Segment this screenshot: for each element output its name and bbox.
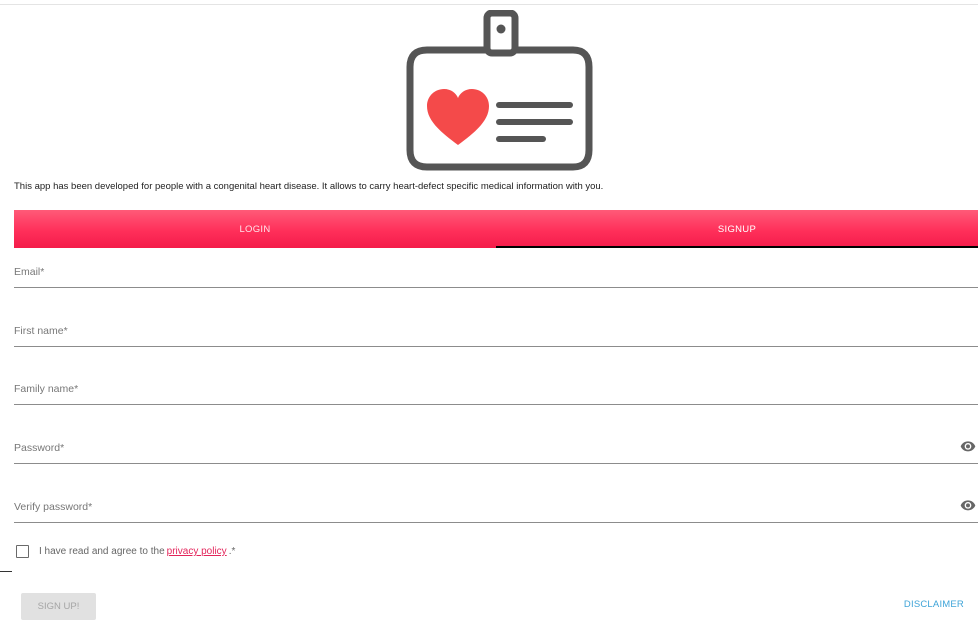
- edge-marker: [0, 571, 12, 572]
- family-name-input[interactable]: [14, 373, 978, 404]
- email-input[interactable]: [14, 256, 978, 287]
- top-divider: [0, 4, 978, 5]
- tab-login[interactable]: LOGIN: [14, 210, 496, 248]
- auth-tab-bar: LOGIN SIGNUP: [14, 210, 978, 248]
- eye-icon[interactable]: [960, 438, 976, 454]
- verify-password-input[interactable]: [14, 491, 978, 522]
- email-field-wrapper: [14, 256, 978, 288]
- password-field-wrapper: [14, 432, 978, 464]
- disclaimer-link[interactable]: DISCLAIMER: [904, 599, 964, 610]
- password-input[interactable]: [14, 432, 978, 463]
- sign-up-button[interactable]: SIGN UP!: [21, 593, 96, 620]
- agree-checkbox[interactable]: [16, 545, 29, 558]
- first-name-field-wrapper: [14, 315, 978, 347]
- privacy-agreement: I have read and agree to the privacy pol…: [16, 545, 235, 558]
- agreement-required-mark: .*: [228, 546, 236, 557]
- eye-icon[interactable]: [960, 497, 976, 513]
- family-name-field-wrapper: [14, 373, 978, 405]
- verify-password-field-wrapper: [14, 491, 978, 523]
- app-description: This app has been developed for people w…: [14, 181, 604, 192]
- first-name-input[interactable]: [14, 315, 978, 346]
- agreement-text: I have read and agree to the: [39, 546, 165, 557]
- id-badge-heart-icon: [406, 10, 593, 171]
- tab-signup[interactable]: SIGNUP: [496, 210, 978, 248]
- privacy-policy-link[interactable]: privacy policy: [167, 546, 227, 557]
